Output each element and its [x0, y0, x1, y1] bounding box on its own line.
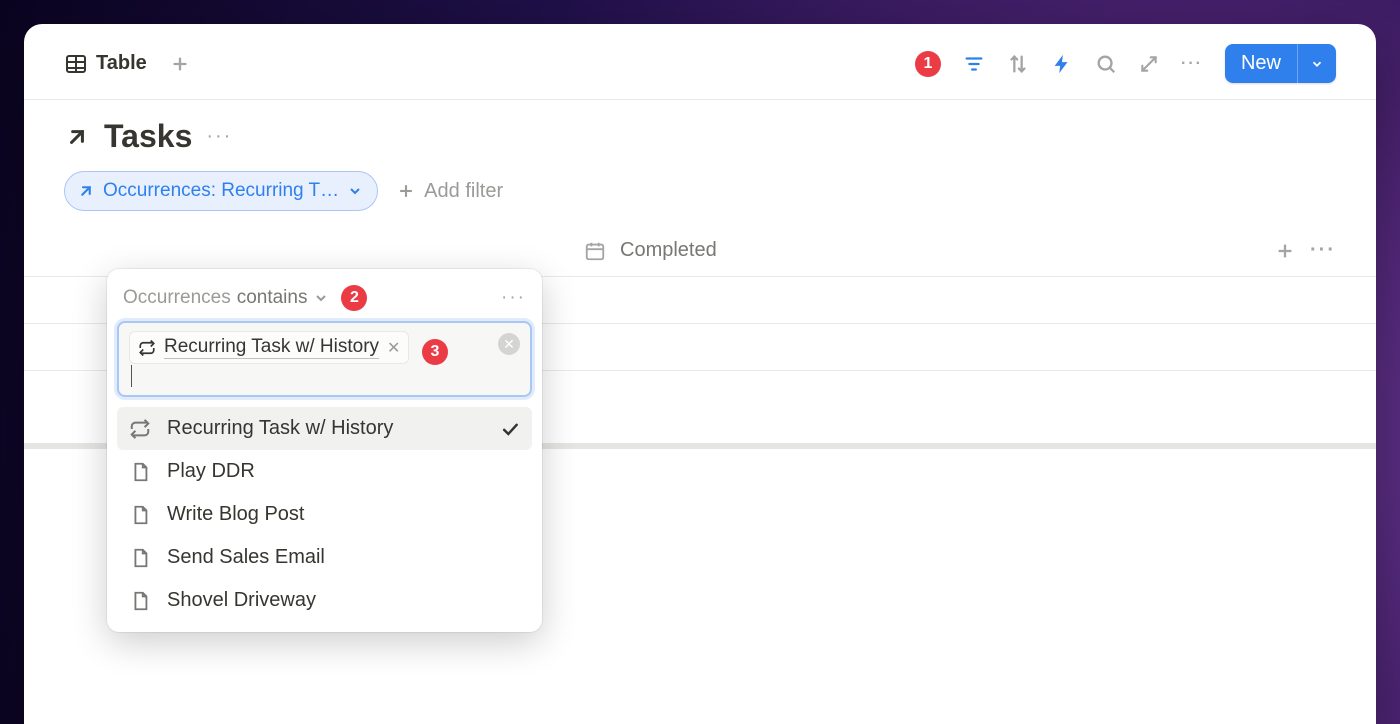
- filter-option-label: Recurring Task w/ History: [167, 417, 393, 440]
- column-completed-label[interactable]: Completed: [620, 239, 717, 262]
- filter-chip-occurrences[interactable]: Occurrences: Recurring T…: [64, 171, 378, 211]
- filter-menu-icon[interactable]: ···: [501, 287, 526, 309]
- clear-filter-icon[interactable]: ✕: [498, 333, 520, 355]
- filter-chip-label: Occurrences: Recurring T…: [103, 180, 339, 202]
- filter-options-list: Recurring Task w/ History Play DDR Write…: [117, 407, 532, 622]
- new-button-dropdown[interactable]: [1297, 44, 1336, 83]
- repeat-icon: [138, 339, 156, 357]
- more-icon[interactable]: ···: [1181, 55, 1203, 73]
- views-tab-bar: Table 1 ··· New: [24, 24, 1376, 100]
- chevron-down-icon: [347, 183, 363, 199]
- page-icon: [129, 504, 151, 526]
- add-column-button[interactable]: [1274, 240, 1296, 262]
- toolbar: 1 ··· New: [915, 44, 1336, 83]
- filter-option[interactable]: Recurring Task w/ History: [117, 407, 532, 450]
- filter-value-token-label: Recurring Task w/ History: [164, 336, 379, 359]
- new-button-label: New: [1225, 44, 1297, 83]
- filter-value-token[interactable]: Recurring Task w/ History ✕: [129, 331, 409, 364]
- page-icon: [129, 590, 151, 612]
- filter-value-input[interactable]: Recurring Task w/ History ✕ 3 ✕: [117, 321, 532, 397]
- new-button[interactable]: New: [1225, 44, 1336, 83]
- page-header: Tasks ···: [24, 100, 1376, 165]
- view-tab-label: Table: [96, 52, 147, 75]
- filters-bar: Occurrences: Recurring T… Add filter: [24, 165, 1376, 229]
- filter-option[interactable]: Write Blog Post: [117, 493, 532, 536]
- app-window: Table 1 ··· New: [24, 24, 1376, 724]
- add-filter-button[interactable]: Add filter: [396, 180, 503, 203]
- filter-option[interactable]: Play DDR: [117, 450, 532, 493]
- remove-token-icon[interactable]: ✕: [387, 338, 400, 358]
- open-icon: [77, 182, 95, 200]
- search-icon[interactable]: [1095, 53, 1117, 75]
- filter-property-label[interactable]: Occurrences: [123, 287, 231, 309]
- column-menu-icon[interactable]: ···: [1310, 239, 1336, 262]
- automations-icon[interactable]: [1051, 53, 1073, 75]
- filter-operator-select[interactable]: contains: [237, 287, 308, 309]
- view-tab-table[interactable]: Table: [64, 52, 147, 76]
- page-menu-icon[interactable]: ···: [206, 125, 232, 148]
- filter-option-label: Write Blog Post: [167, 503, 304, 526]
- checkmark-icon: [500, 419, 520, 439]
- filter-option[interactable]: Shovel Driveway: [117, 579, 532, 622]
- page-icon: [129, 547, 151, 569]
- table-icon: [64, 52, 88, 76]
- filter-count-badge: 1: [915, 51, 941, 77]
- filter-option-label: Play DDR: [167, 460, 255, 483]
- repeat-icon: [129, 418, 151, 440]
- filter-icon[interactable]: [963, 53, 985, 75]
- filter-option-label: Send Sales Email: [167, 546, 325, 569]
- annotation-badge-2: 2: [341, 285, 367, 311]
- filter-dropdown: Occurrences contains 2 ··· Recurring Tas…: [107, 269, 542, 632]
- page-title[interactable]: Tasks: [104, 118, 192, 155]
- open-as-page-icon[interactable]: [64, 124, 90, 150]
- add-filter-label: Add filter: [424, 180, 503, 203]
- add-view-button[interactable]: [169, 53, 191, 75]
- sort-icon[interactable]: [1007, 53, 1029, 75]
- filter-option[interactable]: Send Sales Email: [117, 536, 532, 579]
- filter-option-label: Shovel Driveway: [167, 589, 316, 612]
- expand-icon[interactable]: [1139, 54, 1159, 74]
- page-icon: [129, 461, 151, 483]
- annotation-badge-3: 3: [422, 339, 448, 365]
- calendar-icon: [584, 240, 606, 262]
- filter-dropdown-header: Occurrences contains 2 ···: [117, 279, 532, 321]
- chevron-down-icon: [313, 290, 329, 306]
- text-cursor: [131, 365, 132, 387]
